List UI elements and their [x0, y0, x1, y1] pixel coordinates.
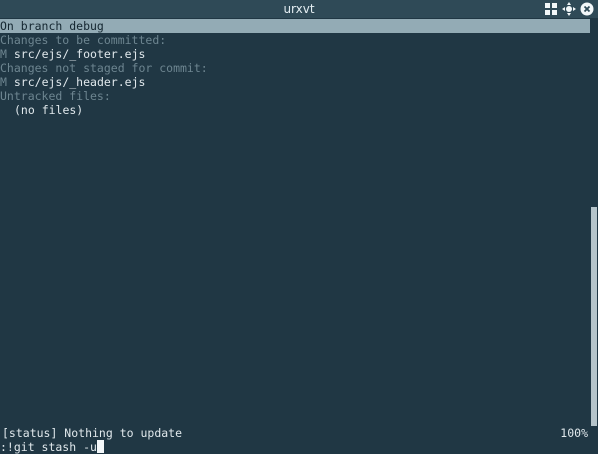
changes-not-staged-label: Changes not staged for commit: [0, 61, 208, 75]
section-heading: Changes to be committed: [0, 33, 590, 47]
terminal-output[interactable]: On branch debug Changes to be committed:… [0, 19, 590, 427]
untracked-files-label: Untracked files: [0, 89, 111, 103]
file-row[interactable]: M src/ejs/_header.ejs [0, 75, 590, 89]
scroll-percentage: 100% [560, 426, 588, 440]
status-bar: [status] Nothing to update 100% [0, 426, 598, 440]
no-files-text: (no files) [14, 103, 84, 117]
section-heading: Changes not staged for commit: [0, 61, 590, 75]
move-icon[interactable] [562, 2, 576, 16]
terminal-window: urxvt On branch debug Changes to be comm… [0, 0, 598, 454]
no-files-row: (no files) [0, 103, 590, 117]
title-bar[interactable]: urxvt [0, 0, 598, 18]
file-row[interactable]: M src/ejs/_footer.ejs [0, 47, 590, 61]
branch-line: On branch debug [0, 19, 104, 33]
grid-icon[interactable] [544, 2, 558, 16]
file-path: src/ejs/_footer.ejs [13, 47, 146, 61]
git-status-header[interactable]: On branch debug [0, 19, 590, 33]
text-cursor [96, 440, 104, 453]
section-heading: Untracked files: [0, 89, 590, 103]
status-message: [status] Nothing to update [2, 426, 183, 440]
close-icon[interactable] [580, 2, 594, 16]
window-controls [544, 2, 594, 16]
command-text[interactable]: :!git stash -u [0, 440, 97, 454]
window-title: urxvt [283, 2, 315, 16]
modified-marker: M [0, 75, 7, 89]
modified-marker: M [0, 47, 7, 61]
command-prompt[interactable]: :!git stash -u [0, 440, 598, 454]
changes-to-be-committed-label: Changes to be committed: [0, 33, 167, 47]
file-path: src/ejs/_header.ejs [13, 75, 146, 89]
scrollbar-thumb[interactable] [591, 207, 597, 428]
